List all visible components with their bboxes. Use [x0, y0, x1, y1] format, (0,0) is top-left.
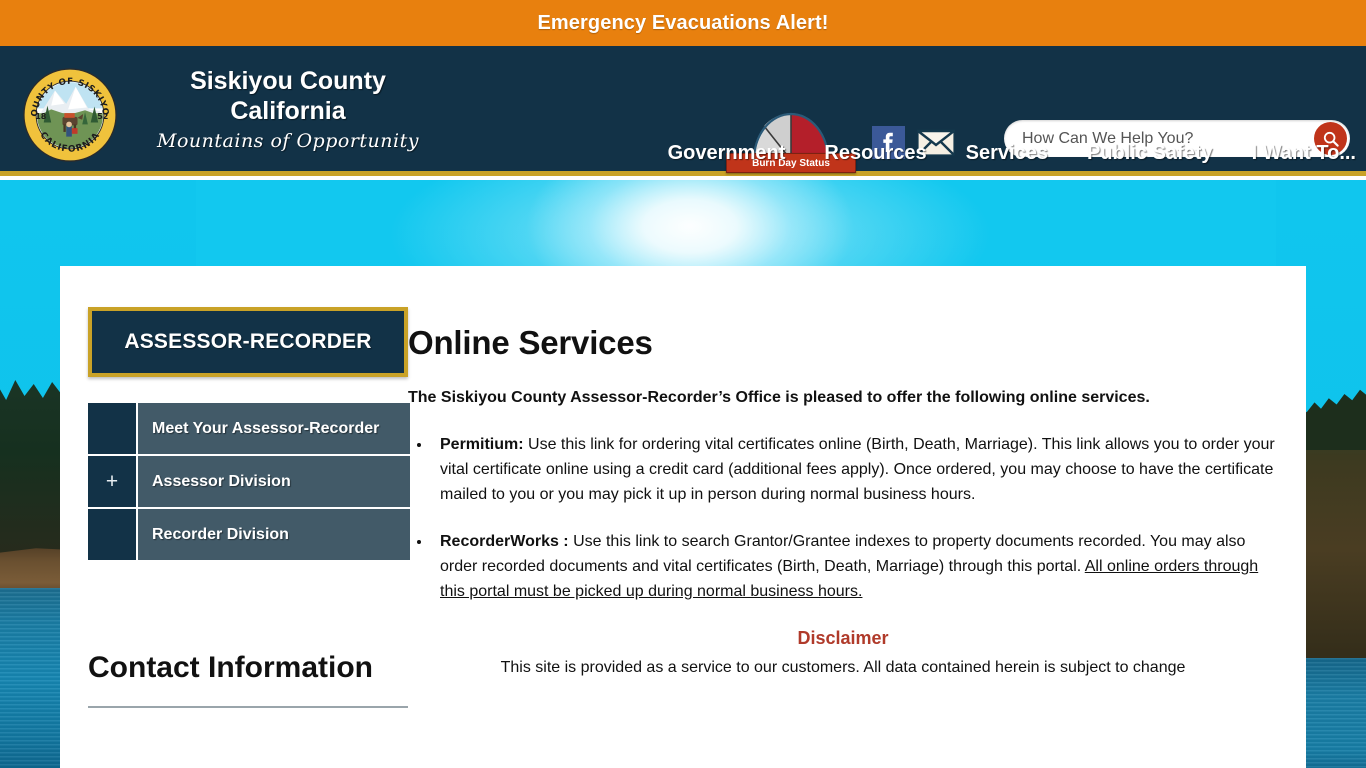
- sidebar-item-meet-your-assessor-recorder[interactable]: Meet Your Assessor-Recorder: [88, 403, 410, 456]
- nav-item-services[interactable]: Services: [966, 142, 1048, 165]
- department-badge-label: ASSESSOR-RECORDER: [124, 330, 372, 353]
- sidebar-menu: Meet Your Assessor-Recorder + Assessor D…: [88, 403, 410, 562]
- contact-information-heading: Contact Information: [88, 651, 373, 684]
- sidebar-item-recorder-division[interactable]: Recorder Division: [88, 509, 410, 562]
- intro-paragraph: The Siskiyou County Assessor-Recorder’s …: [408, 389, 1150, 406]
- online-services-list: Permitium: Use this link for ordering vi…: [408, 432, 1278, 604]
- sidebar: ASSESSOR-RECORDER Meet Your Assessor-Rec…: [60, 266, 410, 708]
- site-branding[interactable]: Siskiyou County California Mountains of …: [138, 66, 438, 152]
- sidebar-label-recorder-division: Recorder Division: [138, 509, 410, 560]
- sidebar-label-meet: Meet Your Assessor-Recorder: [138, 403, 410, 454]
- svg-text:52: 52: [97, 112, 108, 121]
- contact-divider: [88, 706, 408, 708]
- service-name-recorderworks[interactable]: RecorderWorks :: [440, 533, 569, 550]
- page-root: Emergency Evacuations Alert! OUNTY OF SI…: [0, 0, 1366, 768]
- service-body-permitium: Use this link for ordering vital certifi…: [440, 436, 1275, 503]
- content-panel: ASSESSOR-RECORDER Meet Your Assessor-Rec…: [60, 266, 1306, 768]
- disclaimer-title: Disclaimer: [797, 628, 889, 648]
- nav-item-public-safety[interactable]: Public Safety: [1087, 142, 1213, 165]
- emergency-alert-bar[interactable]: Emergency Evacuations Alert!: [0, 0, 1366, 46]
- page-title: Online Services: [408, 324, 653, 361]
- brand-tagline: Mountains of Opportunity: [157, 130, 419, 152]
- nav-item-i-want-to[interactable]: I Want To...: [1252, 142, 1356, 165]
- disclaimer-body: This site is provided as a service to ou…: [500, 659, 1186, 676]
- county-seal-logo[interactable]: COUNTY OF SISKIYOU CALIFORNIA 18 52: [19, 61, 117, 162]
- brand-line-2: California: [230, 97, 346, 125]
- disclaimer-block: Disclaimer This site is provided as a se…: [408, 626, 1278, 680]
- nav-item-resources[interactable]: Resources: [824, 142, 926, 165]
- main-content: Online Services The Siskiyou County Asse…: [408, 266, 1306, 708]
- site-header: COUNTY OF SISKIYOU CALIFORNIA 18 52 Sisk…: [0, 46, 1366, 176]
- sidebar-expand-plus-icon[interactable]: +: [88, 456, 138, 507]
- contact-information-block: Contact Information: [88, 650, 410, 708]
- sidebar-toggle-recorder[interactable]: [88, 509, 138, 560]
- main-navigation: Government Resources Services Public Saf…: [668, 142, 1356, 165]
- nav-item-government[interactable]: Government: [668, 142, 786, 165]
- list-item: Permitium: Use this link for ordering vi…: [432, 432, 1278, 507]
- emergency-alert-text: Emergency Evacuations Alert!: [537, 11, 829, 34]
- brand-line-1: Siskiyou County: [190, 67, 386, 95]
- sidebar-toggle-meet[interactable]: [88, 403, 138, 454]
- sidebar-label-assessor-division: Assessor Division: [138, 456, 410, 507]
- service-name-permitium[interactable]: Permitium:: [440, 436, 524, 453]
- sidebar-item-assessor-division[interactable]: + Assessor Division: [88, 456, 410, 509]
- svg-text:18: 18: [35, 112, 47, 121]
- county-seal-icon: COUNTY OF SISKIYOU CALIFORNIA 18 52: [19, 61, 117, 162]
- list-item: RecorderWorks : Use this link to search …: [432, 529, 1278, 604]
- department-badge[interactable]: ASSESSOR-RECORDER: [88, 307, 408, 377]
